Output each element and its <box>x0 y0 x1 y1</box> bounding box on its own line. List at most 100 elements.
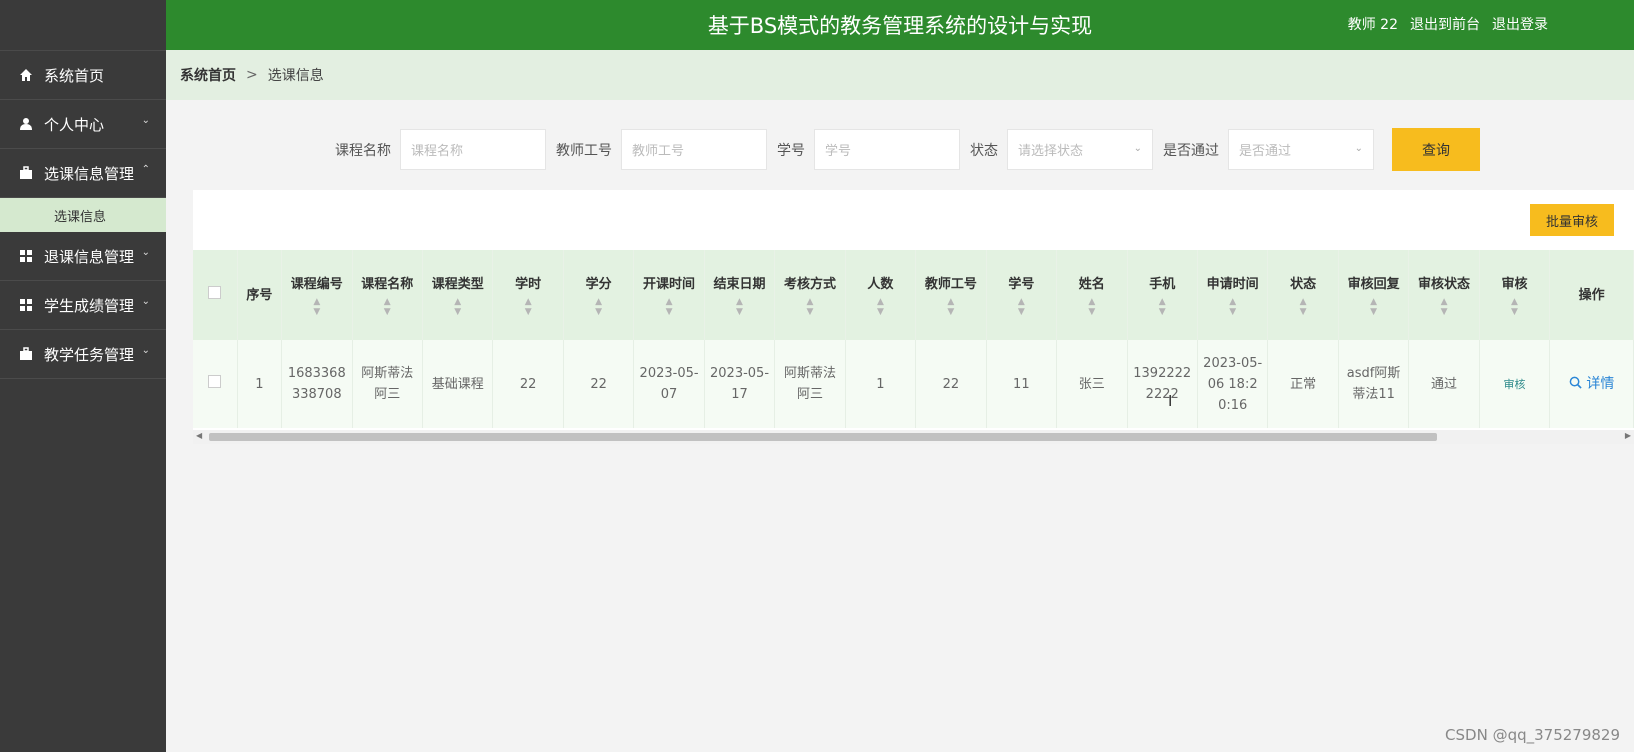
sort-icon: ▲ ▼ <box>947 296 955 317</box>
chevron-down-icon: ⌄ <box>141 296 150 307</box>
column-header[interactable]: 审核回复 ▲ ▼ <box>1338 250 1410 340</box>
sidebar-item-grades[interactable]: 学生成绩管理 ⌄ <box>0 281 166 330</box>
column-header[interactable]: 学分 ▲ ▼ <box>563 250 635 340</box>
grid-icon <box>18 298 34 312</box>
breadcrumb-separator: > <box>246 67 258 83</box>
status-select[interactable]: 请选择状态 ⌄ <box>1007 129 1153 170</box>
sort-icon: ▲ ▼ <box>595 296 603 317</box>
cell-hours: 22 <box>492 340 564 428</box>
sidebar-item-label: 学生成绩管理 <box>44 296 135 315</box>
select-all-cell[interactable] <box>193 250 238 340</box>
sidebar-item-label: 选课信息管理 <box>44 164 135 183</box>
audit-link[interactable]: 审核 <box>1503 378 1525 391</box>
horizontal-scrollbar[interactable]: ◀ ▶ <box>193 430 1634 444</box>
scrollbar-thumb[interactable] <box>209 433 1437 441</box>
watermark: CSDN @qq_375279829 <box>1445 726 1620 744</box>
column-header[interactable]: 课程类型 ▲ ▼ <box>422 250 494 340</box>
sidebar-item-drop-course[interactable]: 退课信息管理 ⌄ <box>0 232 166 281</box>
column-header[interactable]: 申请时间 ▲ ▼ <box>1197 250 1269 340</box>
column-header[interactable]: 手机 ▲ ▼ <box>1127 250 1198 340</box>
cell-name: 张三 <box>1056 340 1128 428</box>
search-icon <box>1569 376 1582 389</box>
cell-end-date: 2023-05-17 <box>704 340 776 428</box>
student-id-label: 学号 <box>777 142 805 159</box>
column-header[interactable]: 结束日期 ▲ ▼ <box>704 250 776 340</box>
sidebar-logo-area <box>0 0 166 51</box>
query-button[interactable]: 查询 <box>1392 128 1480 171</box>
cell-audit-status: 通过 <box>1408 340 1480 428</box>
batch-audit-button[interactable]: 批量审核 <box>1530 204 1614 236</box>
top-header: 基于BS模式的教务管理系统的设计与实现 教师 22 退出到前台 退出登录 <box>166 0 1634 50</box>
detail-button[interactable]: 详情 <box>1569 376 1614 392</box>
sidebar-item-label: 系统首页 <box>44 66 105 85</box>
sidebar-item-label: 退课信息管理 <box>44 247 135 266</box>
briefcase-icon <box>18 347 34 361</box>
sort-icon: ▲ ▼ <box>454 296 462 317</box>
passed-label: 是否通过 <box>1163 142 1219 159</box>
sort-icon: ▲ ▼ <box>1088 296 1096 317</box>
back-to-front-link[interactable]: 退出到前台 <box>1410 14 1480 34</box>
row-checkbox[interactable] <box>208 374 222 388</box>
sort-icon: ▲ ▼ <box>1440 296 1448 317</box>
sidebar-item-personal-center[interactable]: 个人中心 ⌄ <box>0 100 166 149</box>
passed-select[interactable]: 是否通过 ⌄ <box>1228 129 1374 170</box>
cell-index: 1 <box>237 340 283 428</box>
column-header: 序号 <box>237 250 283 340</box>
chevron-up-icon: ⌃ <box>141 164 150 175</box>
sort-icon: ▲ ▼ <box>1370 296 1378 317</box>
column-header[interactable]: 教师工号 ▲ ▼ <box>915 250 987 340</box>
sort-icon: ▲ ▼ <box>313 296 321 317</box>
row-select-cell[interactable] <box>193 340 238 428</box>
sort-icon: ▲ ▼ <box>524 296 532 317</box>
chevron-down-icon: ⌄ <box>1133 143 1142 154</box>
cell-exam-method: 阿斯蒂法阿三 <box>774 340 846 428</box>
breadcrumb-current: 选课信息 <box>267 68 324 84</box>
column-header[interactable]: 学号 ▲ ▼ <box>986 250 1058 340</box>
briefcase-icon <box>18 166 34 180</box>
cell-start-date: 2023-05-07 <box>633 340 705 428</box>
column-header[interactable]: 课程编号 ▲ ▼ <box>281 250 353 340</box>
sidebar-subitem-course-info[interactable]: 选课信息 <box>0 198 166 232</box>
column-header[interactable]: 姓名 ▲ ▼ <box>1056 250 1128 340</box>
teacher-id-label: 教师工号 <box>556 142 612 159</box>
cell-people: 1 <box>845 340 917 428</box>
sidebar-item-label: 教学任务管理 <box>44 345 135 364</box>
sort-icon: ▲ ▼ <box>876 296 884 317</box>
logout-link[interactable]: 退出登录 <box>1492 14 1548 34</box>
sort-icon: ▲ ▼ <box>665 296 673 317</box>
home-icon <box>18 68 34 82</box>
scroll-right-icon[interactable]: ▶ <box>1625 431 1631 440</box>
chevron-down-icon: ⌄ <box>141 115 150 126</box>
column-header[interactable]: 考核方式 ▲ ▼ <box>774 250 846 340</box>
table-row[interactable]: 1 1683368338708 阿斯蒂法阿三 基础课程 22 22 2023-0… <box>193 340 1634 428</box>
column-header[interactable]: 课程名称 ▲ ▼ <box>352 250 423 340</box>
student-id-input[interactable]: 学号 <box>814 129 960 170</box>
sort-icon: ▲ ▼ <box>806 296 814 317</box>
scroll-left-icon[interactable]: ◀ <box>196 431 202 440</box>
select-all-checkbox[interactable] <box>208 285 222 299</box>
column-header[interactable]: 开课时间 ▲ ▼ <box>633 250 705 340</box>
cell-apply-time: 2023-05-06 18:20:16 <box>1197 340 1269 428</box>
teacher-id-input[interactable]: 教师工号 <box>621 129 767 170</box>
text-cursor-icon: I <box>1168 392 1173 410</box>
sidebar-item-teaching-tasks[interactable]: 教学任务管理 ⌄ <box>0 330 166 379</box>
course-name-input[interactable]: 课程名称 <box>400 129 546 170</box>
table-panel: 批量审核 序号 课程编号 ▲ ▼ 课程名称 ▲ ▼ 课程类型 ▲ ▼ 学时 ▲ ▼ 学分 ▲ ▼ 开… <box>193 190 1634 440</box>
cell-credits: 22 <box>563 340 635 428</box>
column-header[interactable]: 审核状态 ▲ ▼ <box>1408 250 1480 340</box>
sort-icon: ▲ ▼ <box>1158 296 1166 317</box>
sidebar-item-home[interactable]: 系统首页 <box>0 51 166 100</box>
status-label: 状态 <box>970 142 998 159</box>
course-selection-table: 序号 课程编号 ▲ ▼ 课程名称 ▲ ▼ 课程类型 ▲ ▼ 学时 ▲ ▼ 学分 ▲ ▼ 开课时间 ▲ ▼… <box>193 250 1634 428</box>
cell-student-id: 11 <box>986 340 1058 428</box>
column-header[interactable]: 学时 ▲ ▼ <box>492 250 564 340</box>
sidebar-item-course-selection[interactable]: 选课信息管理 ⌃ <box>0 149 166 198</box>
column-header[interactable]: 状态 ▲ ▼ <box>1267 250 1339 340</box>
table-header-row: 序号 课程编号 ▲ ▼ 课程名称 ▲ ▼ 课程类型 ▲ ▼ 学时 ▲ ▼ 学分 ▲ ▼ 开课时间 ▲ ▼… <box>193 250 1634 340</box>
breadcrumb-home[interactable]: 系统首页 <box>180 65 236 85</box>
user-area: 教师 22 退出到前台 退出登录 <box>1348 14 1548 34</box>
column-header[interactable]: 人数 ▲ ▼ <box>845 250 917 340</box>
chevron-down-icon: ⌄ <box>141 247 150 258</box>
sort-icon: ▲ ▼ <box>1229 296 1237 317</box>
column-header[interactable]: 审核 ▲ ▼ <box>1479 250 1551 340</box>
